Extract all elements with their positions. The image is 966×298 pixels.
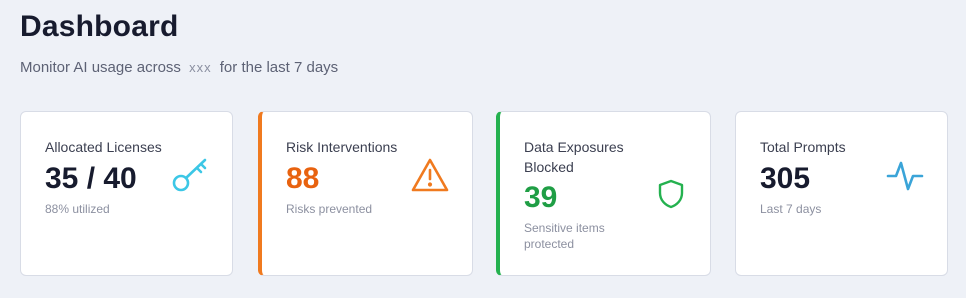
subtitle-suffix: for the last 7 days [219, 59, 339, 76]
card-note: 88% utilized [45, 202, 110, 216]
risk-interventions-card: Risk Interventions 88 Risks prevented [258, 111, 473, 276]
card-label: Risk Interventions [286, 139, 398, 155]
activity-icon [886, 159, 924, 198]
card-value: 39 [524, 181, 558, 214]
card-value: 88 [286, 162, 320, 195]
card-label: Total Prompts [760, 139, 846, 155]
card-label: Data Exposures Blocked [524, 139, 624, 175]
key-icon [171, 156, 209, 199]
allocated-licenses-card: Allocated Licenses 35 / 40 88% utilized [20, 111, 233, 276]
card-note: Sensitive items protected [524, 221, 605, 251]
total-prompts-card: Total Prompts 305 Last 7 days [735, 111, 948, 276]
page-title: Dashboard [20, 10, 179, 43]
card-value: 35 / 40 [45, 162, 137, 195]
org-name: xxx [189, 60, 212, 75]
card-value: 305 [760, 162, 811, 195]
warning-icon [410, 156, 450, 199]
card-note: Last 7 days [760, 202, 822, 216]
card-label: Allocated Licenses [45, 139, 162, 155]
subtitle-prefix: Monitor AI usage across [20, 59, 181, 76]
card-note: Risks prevented [286, 202, 373, 216]
data-exposures-card: Data Exposures Blocked 39 Sensitive item… [496, 111, 711, 276]
shield-icon [657, 178, 685, 215]
page-subtitle: Monitor AI usage across xxx for the last… [20, 59, 338, 76]
